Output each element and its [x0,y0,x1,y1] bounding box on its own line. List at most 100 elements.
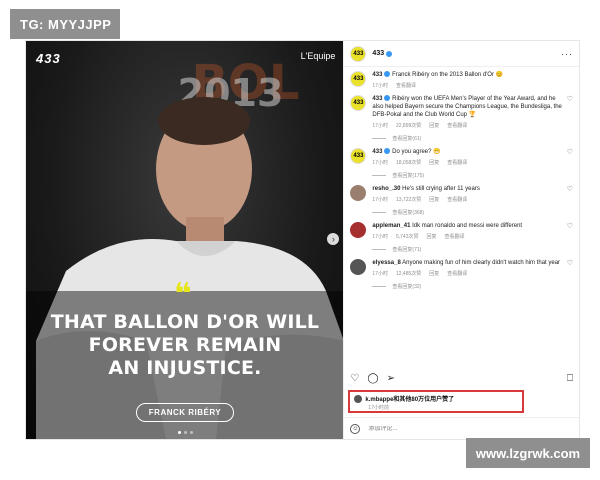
bookmark-icon[interactable]: ⎕ [567,373,573,384]
translate-link[interactable]: 查看翻译 [447,159,467,166]
list-item: 433 433 Do you agree? 😁 17小时 18,058次赞 回复… [350,148,573,179]
carousel-dot-3 [190,431,193,434]
view-replies-label: 查看回复(61) [392,136,422,142]
view-replies-label: 查看回复(32) [392,284,422,290]
comment-likes[interactable]: 18,058次赞 [396,159,421,166]
comment-username[interactable]: appleman_41 [372,223,410,229]
avatar[interactable] [350,259,367,275]
comment-likes[interactable]: 5,743次赞 [396,233,419,240]
post-side-panel: 433 433 ··· 433 433 Franck Ribéry on the… [343,41,579,439]
comment-text: Do you agree? 😁 [392,149,441,155]
view-replies-link[interactable]: 查看回复(32) [372,283,565,290]
view-replies-link[interactable]: 查看回复(368) [372,209,565,216]
watermark-top-left: TG: MYYJJPP [10,9,120,39]
comment-username[interactable]: 433 [372,96,382,102]
comment-username[interactable]: 433 [372,149,382,155]
heart-icon[interactable]: ♡ [565,148,573,179]
instagram-post: BOL 2013 433 L'Equipe ❝ THAT BALLON D'OR… [25,40,580,440]
list-item: elyessa_8 Anyone making fun of him clear… [350,259,573,290]
avatar[interactable] [354,395,363,403]
liked-by-text[interactable]: k.mbappe和其他80万位用户赞了 [365,394,454,403]
list-item: resho_.30 He's still crying after 11 yea… [350,185,573,216]
divider [372,138,387,139]
comment-time: 17小时 [372,83,388,89]
comment-text: Idk man ronaldo and messi were different [412,223,523,229]
view-replies-label: 查看回复(368) [392,210,425,216]
comment-text: Anyone making fun of him clearly didn't … [402,260,561,266]
smiley-icon[interactable]: ☺ [350,423,361,434]
comment-icon[interactable]: ◯ [367,373,378,384]
view-replies-link[interactable]: 查看回复(175) [372,172,565,179]
comment-likes[interactable]: 13,722次赞 [396,196,421,203]
headline-line-1: THAT BALLON D'OR WILL [50,311,320,333]
divider [372,286,387,287]
verified-badge-icon [386,50,393,57]
comment-username[interactable]: resho_.30 [372,186,400,192]
comment-composer: ☺ [344,417,579,439]
verified-badge-icon [384,148,391,155]
post-time: 17小时前 [368,405,389,411]
heart-icon[interactable]: ♡ [350,373,359,384]
liked-by-summary[interactable]: k.mbappe和其他80万位用户赞了 17小时前 [348,390,525,413]
comment-time: 17小时 [372,271,388,277]
post-header: 433 433 ··· [344,41,579,67]
post-image[interactable]: BOL 2013 433 L'Equipe ❝ THAT BALLON D'OR… [26,41,344,439]
watermark-bottom-right: www.lzgrwk.com [466,438,590,468]
comment-likes[interactable]: 22,899次赞 [396,122,421,129]
comment-time: 17小时 [372,234,388,240]
source-label: L'Equipe [300,51,336,61]
heart-icon[interactable]: ♡ [565,259,573,290]
divider [372,175,387,176]
divider [372,212,387,213]
player-name-pill: FRANCK RIBÉRY [136,403,234,422]
reply-button[interactable]: 回复 [429,122,439,129]
divider [372,249,387,250]
verified-badge-icon [384,71,391,78]
avatar[interactable] [350,222,367,238]
view-replies-link[interactable]: 查看回复(61) [372,135,565,142]
comment-username[interactable]: elyessa_8 [372,260,400,266]
comment-input[interactable] [368,425,529,432]
view-replies-link[interactable]: 查看回复(71) [372,246,565,253]
heart-icon[interactable]: ♡ [565,222,573,253]
headline-line-3: AN INJUSTICE. [108,357,262,379]
comment-time: 17小时 [372,197,388,203]
comments-list[interactable]: 433 433 Franck Ribéry on the 2013 Ballon… [344,67,579,363]
reply-button[interactable]: 回复 [427,233,437,240]
action-bar: ♡ ◯ ➢ ⎕ [350,371,573,385]
translate-link[interactable]: 查看翻译 [445,233,465,240]
heart-icon[interactable]: ♡ [565,185,573,216]
comment-username[interactable]: 433 [372,72,382,78]
avatar[interactable] [350,185,367,201]
reply-button[interactable]: 回复 [429,159,439,166]
comment-likes[interactable]: 12,485次赞 [396,270,421,277]
list-item: appleman_41 Idk man ronaldo and messi we… [350,222,573,253]
ellipsis-icon[interactable]: ··· [561,49,573,59]
comment-text: Ribéry won the UEFA Men's Player of the … [372,96,562,118]
translate-link[interactable]: 查看翻译 [447,196,467,203]
brand-logo-433: 433 [36,51,61,66]
translate-link[interactable]: 查看翻译 [396,82,416,89]
reply-button[interactable]: 回复 [429,270,439,277]
avatar[interactable]: 433 [350,45,367,62]
verified-badge-icon [384,95,391,102]
avatar[interactable]: 433 [350,95,367,111]
view-replies-label: 查看回复(175) [392,173,425,179]
reply-button[interactable]: 回复 [429,196,439,203]
carousel-dots [178,431,193,434]
header-username[interactable]: 433 [372,50,384,57]
comment-time: 17小时 [372,123,388,129]
list-item: 433 433 Ribéry won the UEFA Men's Player… [350,95,573,142]
heart-icon[interactable]: ♡ [565,95,573,142]
translate-link[interactable]: 查看翻译 [447,122,467,129]
avatar[interactable]: 433 [350,71,367,87]
translate-link[interactable]: 查看翻译 [447,270,467,277]
avatar[interactable]: 433 [350,148,367,164]
comment-time: 17小时 [372,160,388,166]
quote-icon: ❝ [174,277,192,312]
comment-text: He's still crying after 11 years [402,186,480,192]
carousel-dot-1 [178,431,181,434]
send-icon[interactable]: ➢ [387,373,395,384]
comment-text: Franck Ribéry on the 2013 Ballon d'Or 😊 [392,72,504,78]
view-replies-label: 查看回复(71) [392,247,422,253]
